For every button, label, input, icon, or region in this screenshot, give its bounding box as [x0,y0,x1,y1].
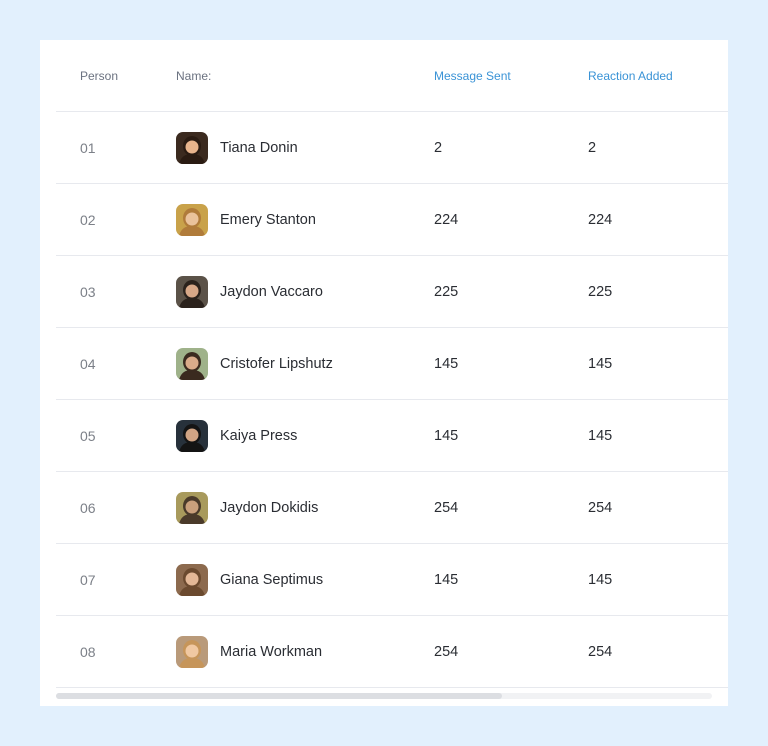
row-messages-sent: 254 [434,643,459,660]
leaderboard-table: Person Name: Message Sent Reaction Added… [56,40,728,688]
avatar-image [176,419,208,452]
table-header-row: Person Name: Message Sent Reaction Added [56,40,728,112]
header-reaction-added[interactable]: Reaction Added [588,40,673,111]
row-reactions-added: 224 [588,211,613,228]
row-person: Maria Workman [176,616,322,687]
row-reactions-added: 225 [588,283,613,300]
row-messages-sent: 145 [434,427,459,444]
row-index: 03 [80,283,96,300]
row-index: 02 [80,211,96,228]
avatar-image [176,347,208,380]
scrollbar-thumb[interactable] [56,693,503,699]
row-index: 01 [80,139,96,156]
header-person[interactable]: Person [80,40,118,111]
row-messages-sent: 145 [434,355,459,372]
row-index: 04 [80,355,96,372]
avatar-image [176,131,208,164]
row-reactions-added: 145 [588,427,613,444]
avatar [176,563,208,596]
table-row[interactable]: 07 Giana Septimus 145 145 [56,544,728,616]
row-person: Jaydon Dokidis [176,472,318,543]
table-row[interactable]: 04 Cristofer Lipshutz 145 145 [56,328,728,400]
avatar [176,635,208,668]
row-name: Tiana Donin [220,139,298,156]
row-reactions-added: 2 [588,139,597,156]
row-name: Jaydon Dokidis [220,499,319,516]
table-body: 01 Tiana Donin 2 2 02 Emery Stanton 224 … [56,112,728,688]
header-name[interactable]: Name: [176,40,211,111]
row-index: 08 [80,643,96,660]
avatar-image [176,491,208,524]
horizontal-scrollbar[interactable] [56,693,712,699]
row-index: 07 [80,571,96,588]
avatar [176,347,208,380]
row-reactions-added: 145 [588,355,613,372]
avatar-image [176,635,208,668]
avatar-image [176,203,208,236]
row-person: Tiana Donin [176,112,298,183]
header-message-sent[interactable]: Message Sent [434,40,511,111]
row-messages-sent: 145 [434,571,459,588]
row-index: 05 [80,427,96,444]
row-messages-sent: 2 [434,139,443,156]
table-row[interactable]: 02 Emery Stanton 224 224 [56,184,728,256]
row-messages-sent: 224 [434,211,459,228]
avatar [176,419,208,452]
row-messages-sent: 254 [434,499,459,516]
row-name: Maria Workman [220,643,323,660]
row-name: Cristofer Lipshutz [220,355,333,372]
table-row[interactable]: 06 Jaydon Dokidis 254 254 [56,472,728,544]
row-person: Jaydon Vaccaro [176,256,323,327]
table-card: Person Name: Message Sent Reaction Added… [40,40,728,706]
row-person: Giana Septimus [176,544,323,615]
row-person: Emery Stanton [176,184,316,255]
row-person: Cristofer Lipshutz [176,328,333,399]
table-row[interactable]: 01 Tiana Donin 2 2 [56,112,728,184]
avatar [176,131,208,164]
row-name: Kaiya Press [220,427,298,444]
row-index: 06 [80,499,96,516]
table-row[interactable]: 05 Kaiya Press 145 145 [56,400,728,472]
row-name: Giana Septimus [220,571,324,588]
row-messages-sent: 225 [434,283,459,300]
avatar [176,491,208,524]
row-person: Kaiya Press [176,400,297,471]
avatar-image [176,563,208,596]
table-row[interactable]: 03 Jaydon Vaccaro 225 225 [56,256,728,328]
table-row[interactable]: 08 Maria Workman 254 254 [56,616,728,688]
avatar [176,275,208,308]
row-name: Jaydon Vaccaro [220,283,323,300]
avatar-image [176,275,208,308]
row-reactions-added: 254 [588,643,613,660]
avatar [176,203,208,236]
row-reactions-added: 254 [588,499,613,516]
row-name: Emery Stanton [220,211,316,228]
row-reactions-added: 145 [588,571,613,588]
